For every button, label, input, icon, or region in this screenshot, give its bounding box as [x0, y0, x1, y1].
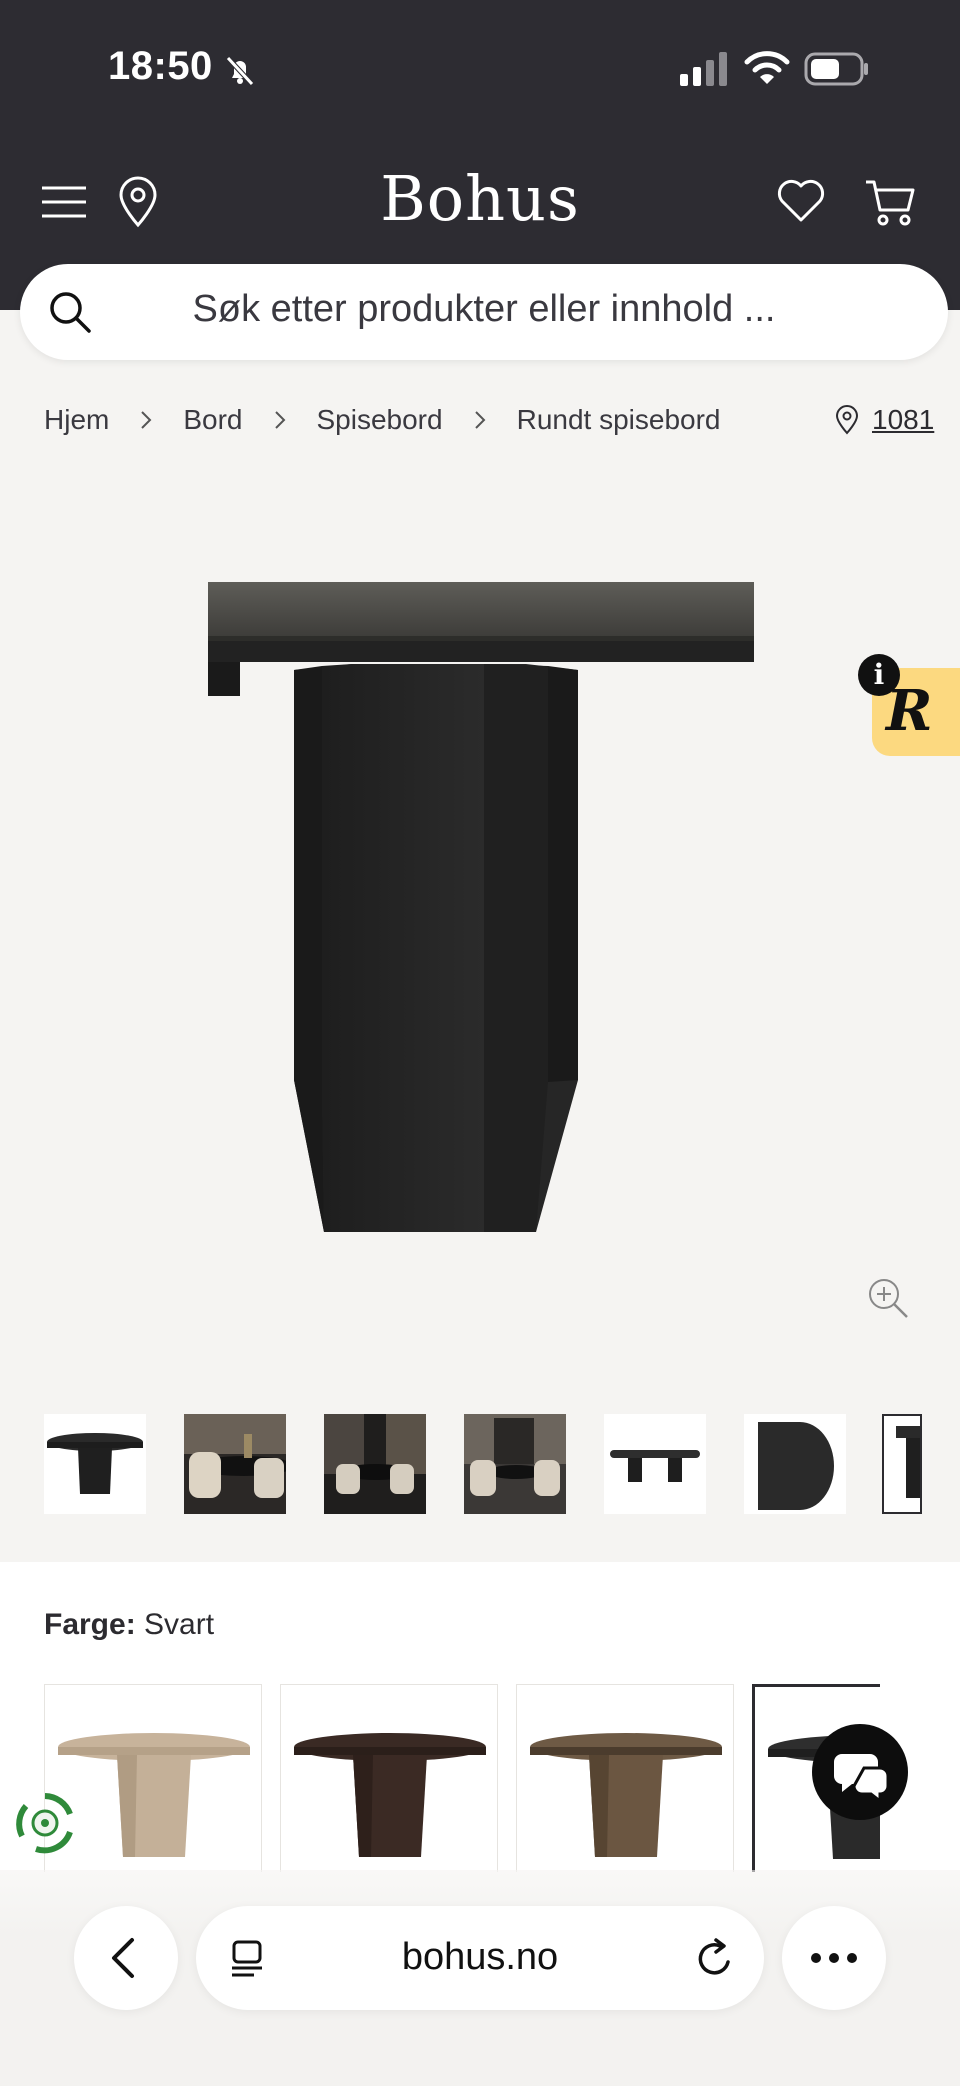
- breadcrumb-bord[interactable]: Bord: [183, 404, 242, 436]
- wishlist-heart-icon[interactable]: [776, 178, 826, 224]
- color-variants: [44, 1684, 880, 1872]
- search-input[interactable]: Søk etter produkter eller innhold ...: [20, 288, 948, 331]
- zoom-in-icon[interactable]: [866, 1276, 910, 1320]
- thumbnail[interactable]: [464, 1414, 566, 1514]
- ellipsis-icon: [811, 1953, 857, 1963]
- search-bar[interactable]: Søk etter produkter eller innhold ...: [20, 264, 948, 360]
- color-selection: Farge: Svart: [44, 1608, 214, 1642]
- color-label: Farge:: [44, 1608, 136, 1641]
- color-value: Svart: [144, 1608, 215, 1641]
- breadcrumb-spisebord[interactable]: Spisebord: [317, 404, 443, 436]
- postal-code[interactable]: 1081: [872, 404, 934, 436]
- breadcrumb: Hjem Bord Spisebord Rundt spisebord: [44, 404, 721, 436]
- breadcrumb-rundt-spisebord[interactable]: Rundt spisebord: [517, 404, 721, 436]
- info-icon[interactable]: i: [858, 654, 900, 696]
- reload-icon[interactable]: [694, 1936, 736, 1980]
- chevron-right-icon: [474, 411, 486, 429]
- thumbnail[interactable]: [744, 1414, 846, 1514]
- address-bar[interactable]: bohus.no: [196, 1906, 764, 2010]
- recycle-icon[interactable]: [12, 1790, 78, 1856]
- wifi-icon: [744, 51, 790, 84]
- thumbnail-strip: [44, 1414, 922, 1516]
- browser-back-button[interactable]: [74, 1906, 178, 2010]
- product-main-image[interactable]: [196, 570, 766, 1290]
- cart-icon[interactable]: [864, 176, 916, 228]
- thumbnail[interactable]: [184, 1414, 286, 1514]
- chevron-right-icon: [274, 411, 285, 429]
- breadcrumb-home[interactable]: Hjem: [44, 404, 109, 436]
- thumbnail[interactable]: [324, 1414, 426, 1514]
- status-time: 18:50: [108, 44, 213, 88]
- thumbnail[interactable]: [44, 1414, 146, 1514]
- chat-button[interactable]: [812, 1724, 908, 1820]
- battery-icon: [804, 52, 868, 86]
- chevron-right-icon: [141, 411, 152, 429]
- bell-muted-icon: [226, 56, 254, 86]
- url-text[interactable]: bohus.no: [196, 1936, 764, 1979]
- location-pin-icon: [835, 405, 859, 435]
- thumbnail-selected[interactable]: [882, 1414, 922, 1514]
- cellular-signal-icon: [680, 52, 727, 86]
- more-options-button[interactable]: [782, 1906, 886, 2010]
- chevron-left-icon: [112, 1938, 134, 1978]
- chat-bubbles-icon: [834, 1754, 890, 1805]
- thumbnail[interactable]: [604, 1414, 706, 1514]
- color-variant-option[interactable]: [280, 1684, 498, 1872]
- color-variant-option[interactable]: [516, 1684, 734, 1872]
- postal-code-selector[interactable]: 1081: [834, 404, 934, 436]
